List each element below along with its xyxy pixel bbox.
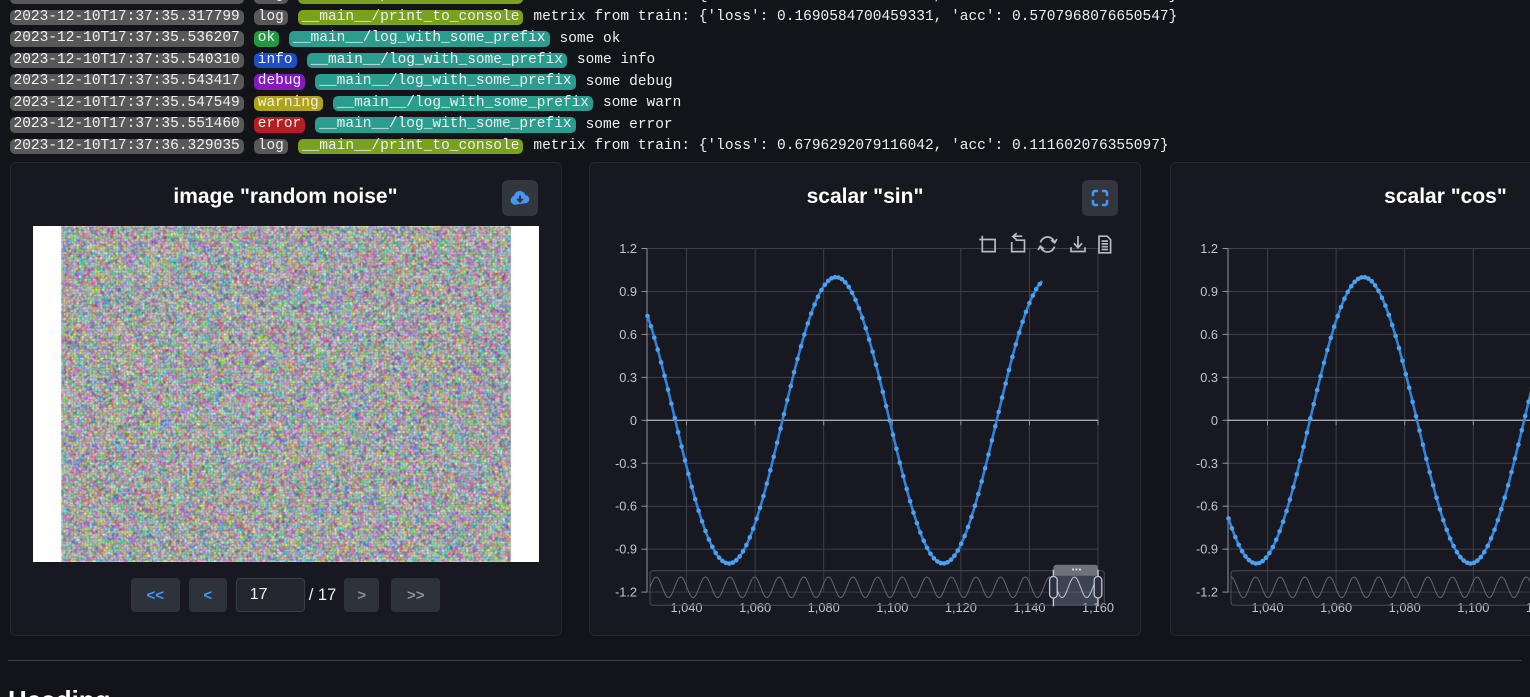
- svg-text:0.9: 0.9: [1200, 283, 1218, 298]
- svg-text:1.2: 1.2: [619, 241, 637, 256]
- svg-text:-0.9: -0.9: [615, 541, 637, 556]
- svg-text:-0.6: -0.6: [615, 498, 637, 513]
- svg-text:-1.2: -1.2: [615, 584, 637, 599]
- svg-text:0: 0: [630, 412, 637, 427]
- svg-text:0.6: 0.6: [619, 326, 637, 341]
- svg-text:-0.6: -0.6: [1195, 498, 1217, 513]
- svg-text:0.3: 0.3: [1200, 369, 1218, 384]
- svg-text:0.3: 0.3: [619, 369, 637, 384]
- svg-text:-0.9: -0.9: [1195, 541, 1217, 556]
- svg-text:1.2: 1.2: [1200, 241, 1218, 256]
- svg-text:-1.2: -1.2: [1195, 584, 1217, 599]
- svg-text:0.6: 0.6: [1200, 326, 1218, 341]
- svg-text:0.9: 0.9: [619, 283, 637, 298]
- svg-text:-0.3: -0.3: [1195, 455, 1217, 470]
- svg-text:0: 0: [1210, 412, 1217, 427]
- svg-text:-0.3: -0.3: [615, 455, 637, 470]
